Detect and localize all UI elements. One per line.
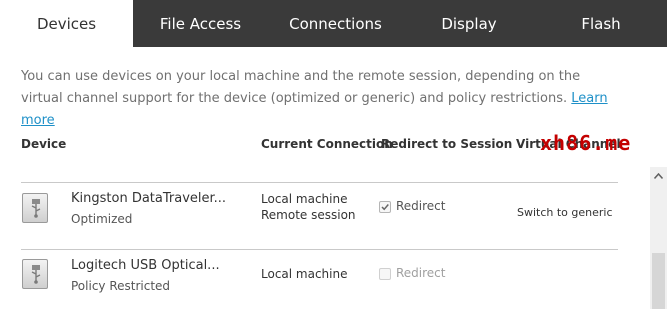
description: You can use devices on your local machin… bbox=[21, 66, 611, 132]
vertical-scrollbar[interactable] bbox=[650, 167, 667, 309]
usb-drive-icon bbox=[22, 193, 48, 223]
column-header-device: Device bbox=[21, 137, 67, 151]
redirect-label: Redirect bbox=[396, 199, 446, 213]
tab-devices[interactable]: Devices bbox=[0, 0, 133, 47]
tab-flash[interactable]: Flash bbox=[535, 0, 667, 47]
tab-connections[interactable]: Connections bbox=[268, 0, 403, 47]
checkmark-icon bbox=[381, 204, 389, 211]
device-name: Logitech USB Optical... bbox=[71, 258, 220, 273]
watermark: xh86.me bbox=[540, 131, 632, 155]
description-text: You can use devices on your local machin… bbox=[21, 69, 581, 106]
redirect-label: Redirect bbox=[396, 266, 446, 280]
connection-local: Local machine bbox=[261, 192, 348, 206]
tab-file-access[interactable]: File Access bbox=[133, 0, 268, 47]
redirect-checkbox[interactable] bbox=[379, 201, 391, 213]
usb-drive-icon bbox=[22, 259, 48, 289]
connection-remote: Remote session bbox=[261, 208, 356, 222]
chevron-up-icon bbox=[654, 172, 663, 179]
column-header-redirect: Redirect to Session bbox=[381, 137, 513, 151]
scroll-up-button[interactable] bbox=[650, 167, 667, 184]
scroll-thumb[interactable] bbox=[652, 253, 665, 309]
device-status: Policy Restricted bbox=[71, 279, 171, 293]
redirect-checkbox[interactable] bbox=[379, 268, 391, 280]
tab-bar: Devices File Access Connections Display … bbox=[0, 0, 667, 47]
row-divider bbox=[21, 182, 618, 183]
device-name: Kingston DataTraveler... bbox=[71, 191, 227, 206]
switch-to-generic-link[interactable]: Switch to generic bbox=[517, 206, 613, 219]
row-divider bbox=[21, 249, 618, 250]
column-header-current-connection: Current Connection bbox=[261, 137, 393, 151]
tab-display[interactable]: Display bbox=[403, 0, 535, 47]
device-status: Optimized bbox=[71, 212, 133, 226]
connection-local: Local machine bbox=[261, 267, 348, 281]
